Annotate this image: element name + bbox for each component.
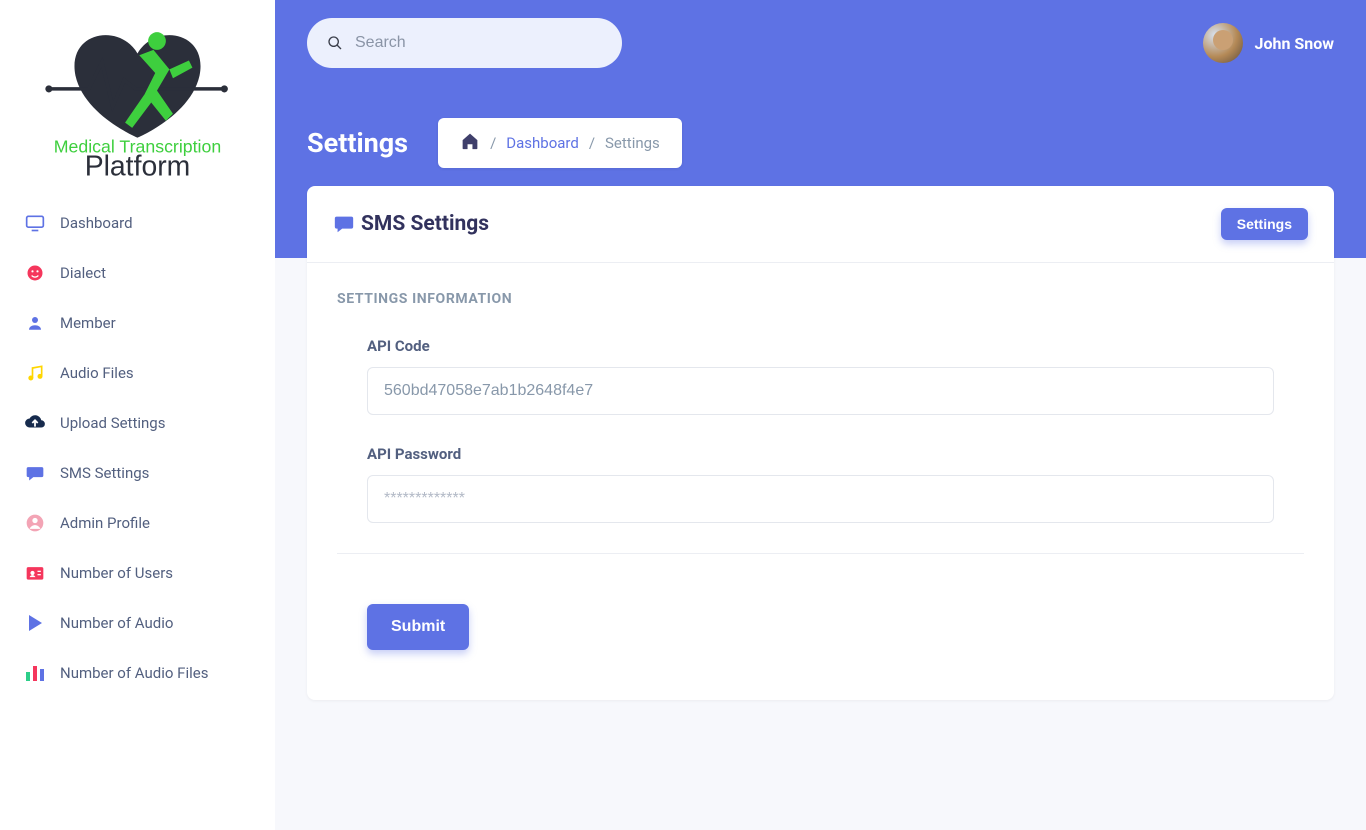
- sidebar-item-dashboard[interactable]: Dashboard: [0, 198, 275, 248]
- sidebar-item-label: Dialect: [60, 264, 106, 282]
- monitor-icon: [24, 212, 46, 234]
- sidebar-item-sms-settings[interactable]: SMS Settings: [0, 448, 275, 498]
- sidebar-item-label: Number of Users: [60, 564, 173, 582]
- breadcrumb-separator: /: [589, 134, 595, 152]
- api-code-input[interactable]: [367, 367, 1274, 415]
- page-title: Settings: [307, 127, 408, 159]
- sidebar-item-admin-profile[interactable]: Admin Profile: [0, 498, 275, 548]
- sidebar-item-number-audio[interactable]: Number of Audio: [0, 598, 275, 648]
- brand-line2: Platform: [85, 151, 191, 178]
- search-box[interactable]: [307, 18, 622, 68]
- user-name: John Snow: [1255, 34, 1334, 53]
- sidebar-item-member[interactable]: Member: [0, 298, 275, 348]
- breadcrumb-home[interactable]: [460, 132, 480, 154]
- submit-button[interactable]: Submit: [367, 604, 469, 650]
- api-password-label: API Password: [367, 445, 1274, 463]
- home-icon: [460, 132, 480, 154]
- sidebar-item-upload-settings[interactable]: Upload Settings: [0, 398, 275, 448]
- card-header: SMS Settings Settings: [307, 186, 1334, 263]
- sidebar-item-dialect[interactable]: Dialect: [0, 248, 275, 298]
- sidebar-item-label: Dashboard: [60, 214, 133, 232]
- sidebar-item-label: Number of Audio: [60, 614, 173, 632]
- sidebar-item-label: SMS Settings: [60, 464, 149, 482]
- brand-logo[interactable]: Medical Transcription Platform: [0, 0, 275, 188]
- topbar: John Snow: [275, 0, 1366, 86]
- avatar-icon: [24, 512, 46, 534]
- chat-icon: [24, 462, 46, 484]
- person-icon: [24, 312, 46, 334]
- main: John Snow Settings / Dashboard / Setting…: [275, 0, 1366, 830]
- sidebar-item-label: Admin Profile: [60, 514, 150, 532]
- bars-icon: [24, 662, 46, 684]
- chat-icon: [333, 213, 355, 235]
- settings-button[interactable]: Settings: [1221, 208, 1308, 240]
- id-icon: [24, 562, 46, 584]
- sidebar-item-number-users[interactable]: Number of Users: [0, 548, 275, 598]
- breadcrumb-current: Settings: [605, 134, 660, 152]
- divider: [337, 553, 1304, 554]
- user-menu[interactable]: John Snow: [1203, 23, 1334, 63]
- section-label: Settings information: [337, 291, 1304, 307]
- sidebar: Medical Transcription Platform Dashboard…: [0, 0, 275, 830]
- sidebar-item-number-audio-files[interactable]: Number of Audio Files: [0, 648, 275, 698]
- card-title: SMS Settings: [361, 212, 489, 236]
- api-password-input[interactable]: [367, 475, 1274, 523]
- sidebar-item-audio-files[interactable]: Audio Files: [0, 348, 275, 398]
- api-code-group: API Code: [367, 337, 1274, 415]
- sidebar-item-label: Upload Settings: [60, 414, 165, 432]
- sidebar-item-label: Member: [60, 314, 116, 332]
- search-input[interactable]: [355, 34, 602, 52]
- sms-settings-card: SMS Settings Settings Settings informati…: [307, 186, 1334, 700]
- card-body: Settings information API Code API Passwo…: [307, 263, 1334, 700]
- emoji-icon: [24, 262, 46, 284]
- search-icon: [327, 35, 343, 51]
- sidebar-item-label: Number of Audio Files: [60, 664, 208, 682]
- logo-icon: Medical Transcription Platform: [40, 18, 235, 178]
- breadcrumb-separator: /: [490, 134, 496, 152]
- sidebar-item-label: Audio Files: [60, 364, 134, 382]
- api-code-label: API Code: [367, 337, 1274, 355]
- content: SMS Settings Settings Settings informati…: [275, 186, 1366, 740]
- music-icon: [24, 362, 46, 384]
- sidebar-nav: Dashboard Dialect Member Audio Files: [0, 188, 275, 698]
- breadcrumb: / Dashboard / Settings: [438, 118, 682, 168]
- breadcrumb-dashboard[interactable]: Dashboard: [506, 134, 579, 152]
- api-password-group: API Password: [367, 445, 1274, 523]
- avatar: [1203, 23, 1243, 63]
- play-icon: [24, 612, 46, 634]
- cloud-up-icon: [24, 412, 46, 434]
